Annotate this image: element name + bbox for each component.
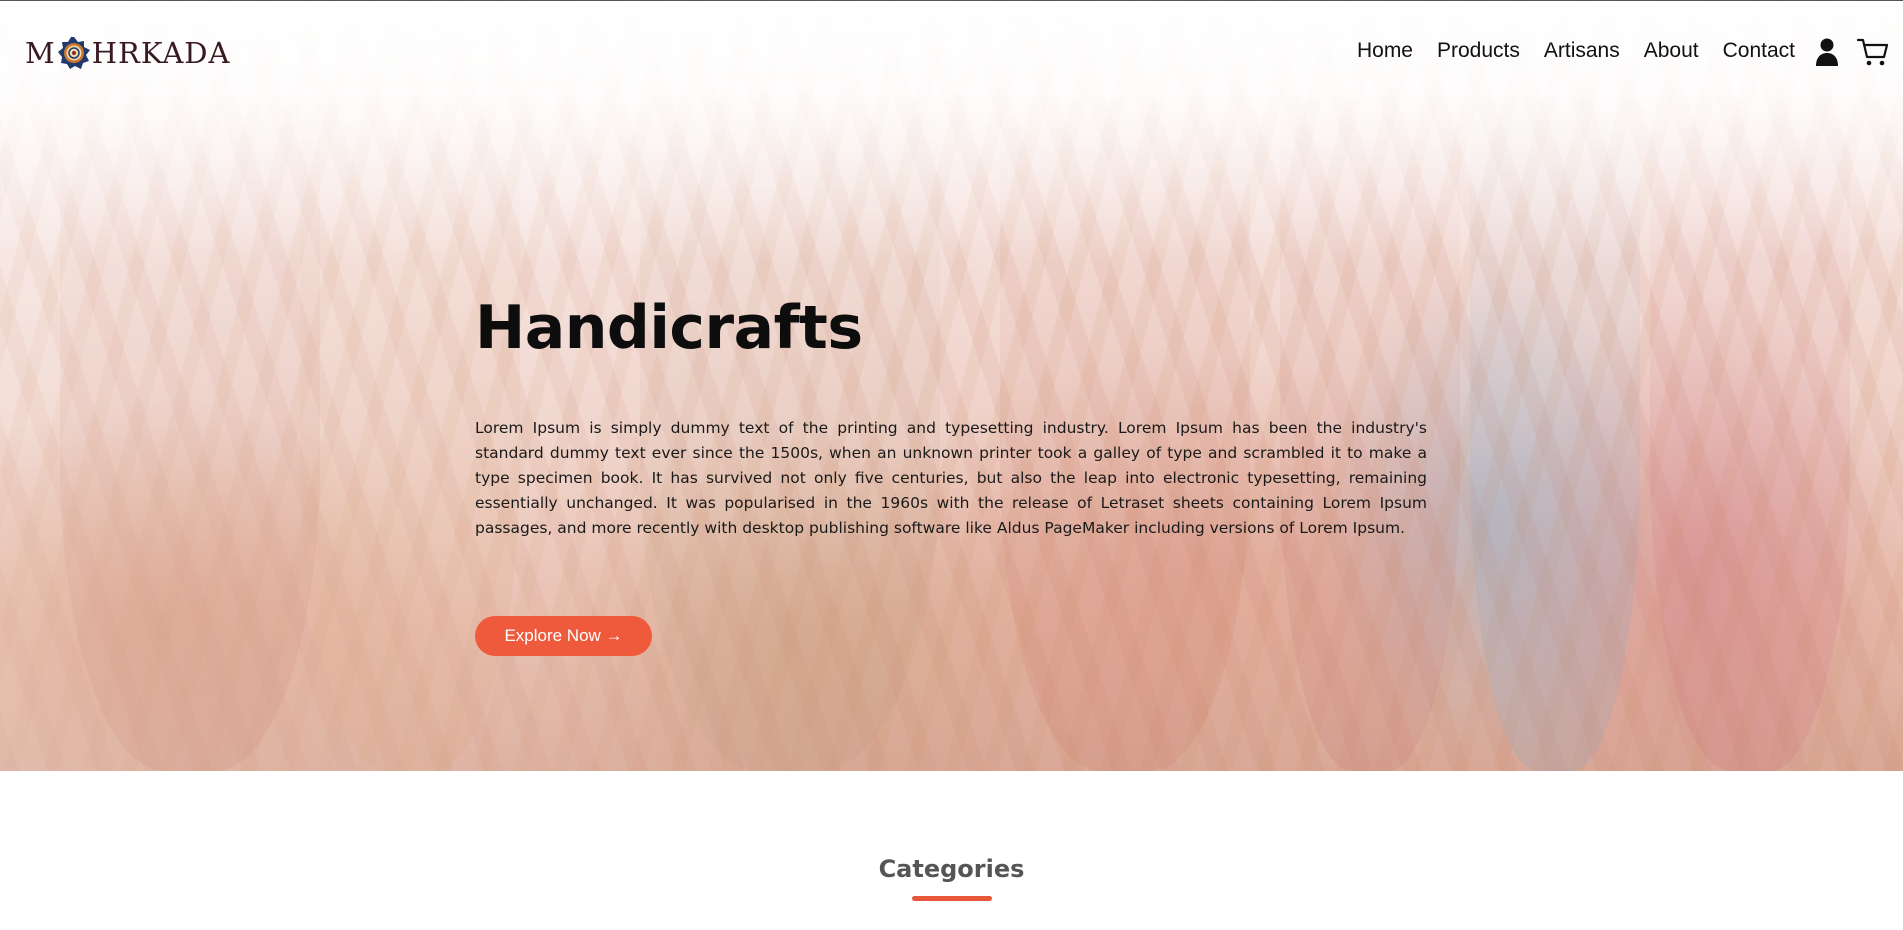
nav-link-products[interactable]: Products (1437, 37, 1520, 65)
hero-banner: Handicrafts Lorem Ipsum is simply dummy … (0, 1, 1903, 771)
user-icon[interactable] (1814, 37, 1840, 67)
cart-icon[interactable] (1856, 37, 1889, 67)
logo-text-prefix: M (25, 36, 56, 70)
nav-link-artisans[interactable]: Artisans (1544, 37, 1620, 65)
hero-description: Lorem Ipsum is simply dummy text of the … (475, 419, 1427, 537)
main-navigation: Home Products Artisans About Contact (1333, 37, 1795, 65)
categories-underline (912, 896, 992, 901)
logo-text-suffix: HRKADA (91, 36, 231, 70)
nav-link-about[interactable]: About (1644, 37, 1699, 65)
explore-now-button[interactable]: Explore Now → (475, 616, 652, 656)
categories-heading: Categories (878, 855, 1025, 883)
hero-title: Handicrafts (475, 293, 863, 363)
brand-logo[interactable]: M HRKADA (25, 33, 230, 73)
nav-link-home[interactable]: Home (1357, 37, 1413, 65)
mandala-icon (57, 36, 91, 70)
nav-link-contact[interactable]: Contact (1723, 37, 1795, 65)
navbar: M HRKADA Home Products Artisans About Co… (0, 1, 1903, 101)
